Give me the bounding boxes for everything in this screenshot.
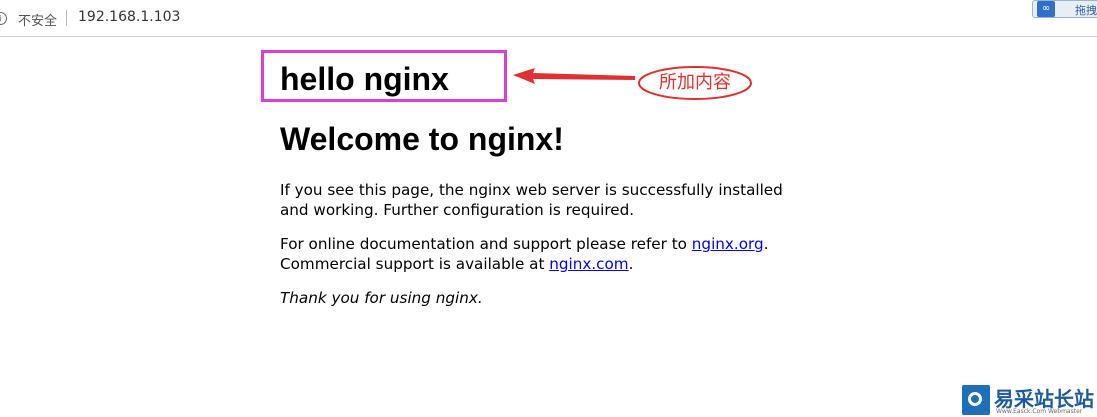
- extension-label: 拖拽: [1075, 4, 1097, 17]
- docs-period: .: [763, 235, 769, 253]
- docs-text: For online documentation and support ple…: [280, 235, 692, 253]
- extension-button[interactable]: ∞ 拖拽: [1032, 0, 1097, 18]
- watermark-subtitle: Www.Easck.Com Webmaster: [996, 408, 1083, 415]
- nginx-com-link[interactable]: nginx.com: [549, 255, 628, 273]
- welcome-heading: Welcome to nginx!: [280, 121, 564, 157]
- intro-paragraph: If you see this page, the nginx web serv…: [280, 181, 783, 219]
- nginx-org-link[interactable]: nginx.org: [692, 235, 764, 253]
- thanks-text: Thank you for using nginx.: [280, 289, 483, 307]
- docs-paragraph: For online documentation and support ple…: [280, 234, 800, 274]
- extension-icon: ∞: [1037, 1, 1055, 17]
- hello-heading: hello nginx: [280, 61, 449, 97]
- address-separator: [66, 10, 67, 26]
- address-bar: i 不安全 192.168.1.103 ∞ 拖拽: [0, 0, 1097, 37]
- url-field[interactable]: 192.168.1.103: [78, 9, 180, 25]
- watermark-logo-icon: [962, 385, 990, 415]
- annotation-label: 所加内容: [659, 72, 731, 93]
- security-label[interactable]: 不安全: [18, 10, 57, 29]
- info-icon[interactable]: i: [0, 12, 7, 25]
- commercial-period: .: [628, 255, 634, 273]
- watermark: 易采站长站 Www.Easck.Com Webmaster: [962, 383, 1097, 417]
- commercial-text: Commercial support is available at: [280, 255, 550, 273]
